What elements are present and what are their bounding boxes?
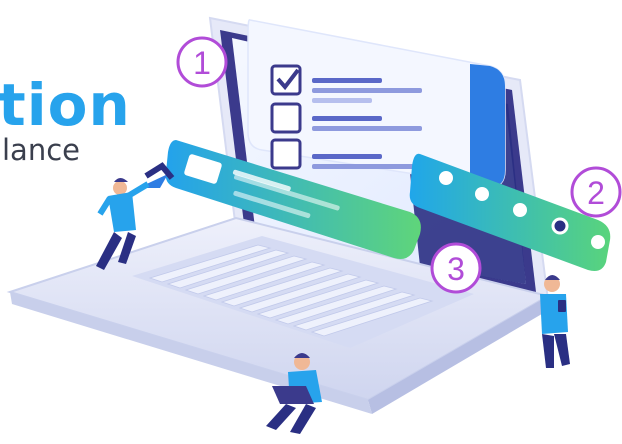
checklist-card: [247, 19, 506, 187]
step-badge-1: 1: [176, 36, 228, 88]
illustration: 1 2 3 tion lance: [0, 0, 622, 439]
step-badge-3: 3: [430, 242, 482, 294]
laptop-verification-illustration: 1 2 3: [6, 16, 622, 434]
svg-text:2: 2: [587, 175, 605, 211]
svg-text:1: 1: [193, 45, 211, 81]
step-badge-2: 2: [570, 166, 622, 218]
subline-text: lance: [2, 133, 80, 167]
headline-text: tion: [0, 71, 131, 139]
svg-text:3: 3: [447, 251, 465, 287]
